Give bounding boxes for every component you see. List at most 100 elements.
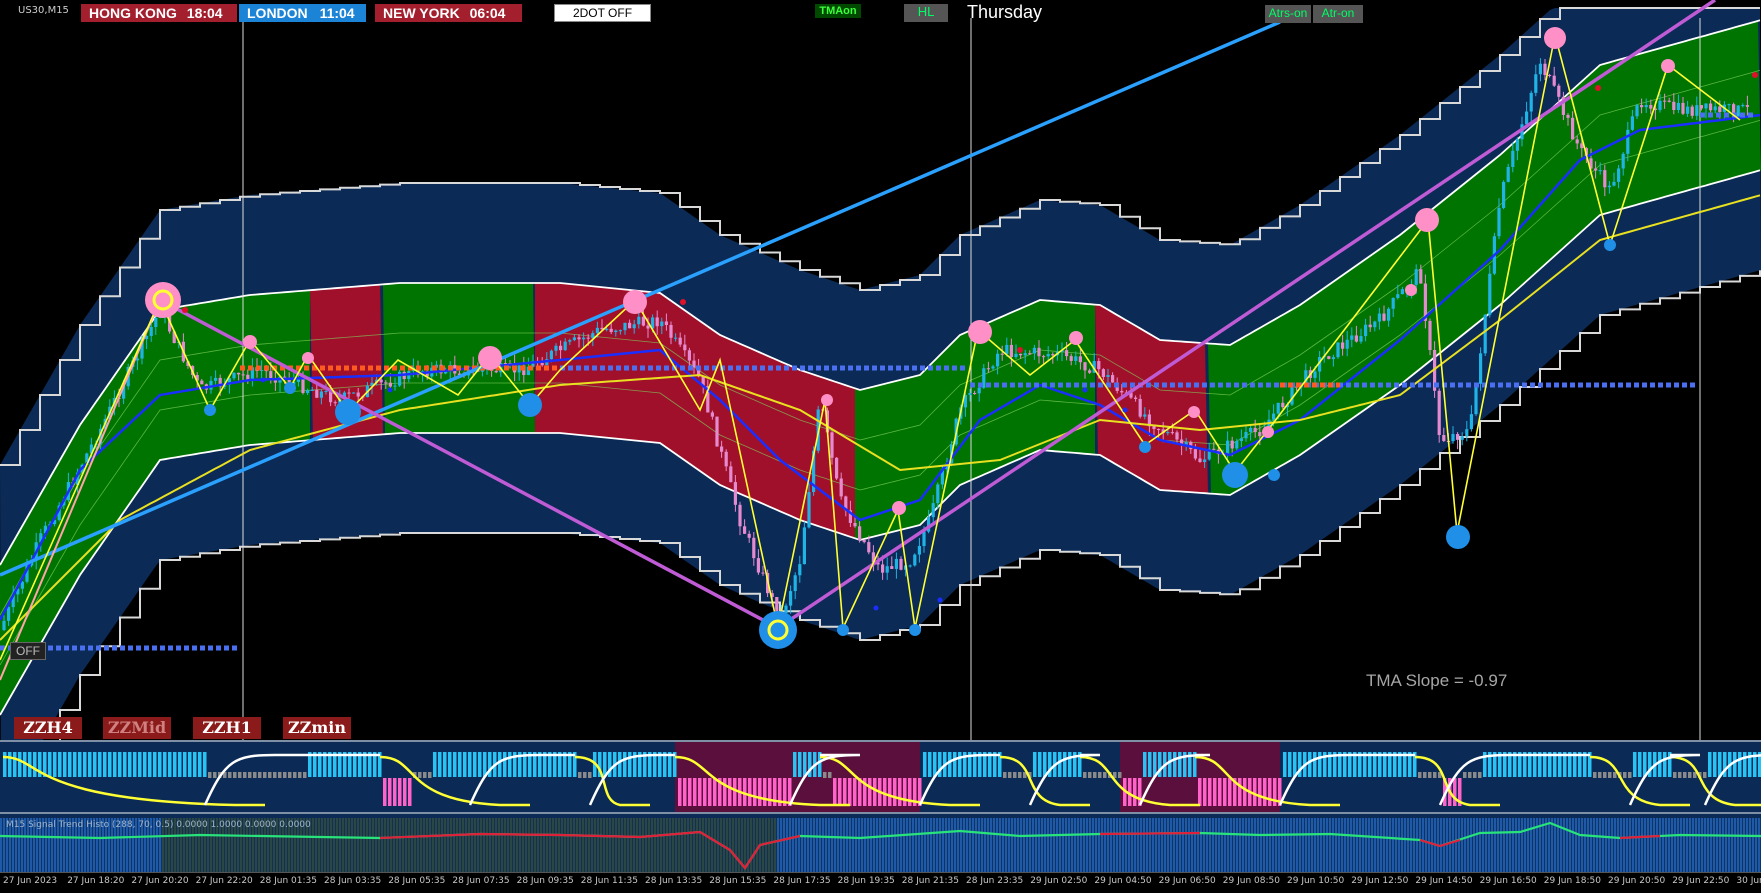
signal-bar: [1653, 818, 1656, 872]
candle-body: [899, 558, 903, 570]
signal-bar: [603, 818, 606, 872]
zzh4-button[interactable]: ZZH4: [14, 717, 82, 739]
signal-bar: [1710, 818, 1713, 872]
signal-bar: [645, 818, 648, 872]
histogram-bar: [58, 752, 62, 777]
histogram-bar: [103, 752, 107, 777]
signal-bar: [819, 818, 822, 872]
tma-on-button[interactable]: TMAon: [815, 4, 861, 18]
candle-body: [646, 325, 650, 329]
histogram-bar: [208, 772, 212, 778]
histogram-bar: [88, 752, 92, 777]
zzmid-button[interactable]: ZZMid: [103, 717, 171, 739]
candle-body: [724, 451, 728, 467]
signal-bar: [1338, 818, 1341, 872]
histogram-bar: [793, 752, 797, 777]
candle-body: [1488, 273, 1492, 315]
candle-body: [853, 522, 857, 527]
signal-bar: [1362, 818, 1365, 872]
signal-bar: [651, 818, 654, 872]
atr-on-button[interactable]: Atr-on: [1313, 5, 1363, 23]
signal-bar: [1347, 818, 1350, 872]
price-chart[interactable]: [0, 0, 1761, 893]
histogram-bar: [748, 778, 752, 806]
candle-body: [922, 531, 926, 547]
candle: [1502, 180, 1506, 210]
time-axis-label: 28 Jun 11:35: [580, 876, 638, 886]
candle-body: [595, 327, 599, 334]
histogram-bar: [678, 778, 682, 806]
time-axis-divider: [0, 872, 1761, 873]
swing-low-marker: [335, 399, 361, 425]
histogram-bar: [1218, 778, 1222, 806]
histogram-bar: [173, 752, 177, 777]
signal-bar: [987, 818, 990, 872]
signal-bar: [1464, 818, 1467, 872]
signal-bar: [621, 818, 624, 872]
signal-bar: [627, 818, 630, 872]
zzmin-button[interactable]: ZZmin: [283, 717, 351, 739]
candle-body: [200, 380, 204, 385]
time-axis-label: 28 Jun 23:35: [966, 876, 1024, 886]
histogram-bar: [698, 778, 702, 806]
signal-bar: [354, 818, 357, 872]
candle-body: [687, 350, 691, 361]
hl-button[interactable]: HL: [904, 4, 948, 22]
signal-bar: [1548, 818, 1551, 872]
signal-bar: [1119, 818, 1122, 872]
signal-bar: [1473, 818, 1476, 872]
signal-bar: [561, 818, 564, 872]
signal-bar: [1755, 818, 1758, 872]
two-dot-toggle-button[interactable]: 2DOT OFF: [554, 4, 651, 22]
candle-body: [1290, 386, 1294, 405]
signal-bar: [660, 818, 663, 872]
signal-bar: [825, 818, 828, 872]
signal-bar: [1392, 818, 1395, 872]
signal-bar: [1233, 818, 1236, 872]
candle-body: [1341, 342, 1345, 349]
off-button[interactable]: OFF: [10, 642, 46, 660]
candle-body: [1603, 170, 1607, 188]
candle-body: [807, 492, 811, 528]
candle-body: [563, 341, 567, 351]
signal-bar: [435, 818, 438, 872]
signal-bar: [861, 818, 864, 872]
candle-body: [1387, 308, 1391, 321]
candle-body: [784, 605, 788, 614]
candle: [1336, 342, 1340, 359]
atrs-on-button[interactable]: Atrs-on: [1265, 5, 1311, 23]
signal-bar: [1530, 818, 1533, 872]
signal-bar: [882, 818, 885, 872]
candle-body: [1354, 335, 1358, 342]
signal-bar: [1521, 818, 1524, 872]
signal-bar: [597, 818, 600, 872]
signal-bar: [981, 818, 984, 872]
candle-body: [1138, 398, 1142, 417]
histogram-bar: [3, 752, 7, 777]
session-name: NEW YORK: [383, 5, 460, 21]
signal-bar: [1410, 818, 1413, 872]
zzh1-button[interactable]: ZZH1: [193, 717, 261, 739]
signal-bar: [1137, 818, 1140, 872]
candle-body: [559, 345, 563, 351]
signal-bar: [1503, 818, 1506, 872]
candle-body: [628, 322, 632, 329]
signal-bar: [636, 818, 639, 872]
signal-bar: [330, 818, 333, 872]
signal-bar: [1599, 818, 1602, 872]
candle-body: [674, 337, 678, 339]
signal-bar: [918, 818, 921, 872]
histogram-bar: [98, 752, 102, 777]
signal-bar: [1734, 818, 1737, 872]
candle-body: [609, 328, 613, 333]
signal-bar: [1146, 818, 1149, 872]
candle-body: [733, 482, 737, 505]
signal-bar: [552, 818, 555, 872]
histogram-bar: [383, 778, 387, 806]
candle-body: [890, 566, 894, 569]
histogram-bar: [693, 778, 697, 806]
candle-body: [1088, 370, 1092, 373]
signal-bar: [1188, 818, 1191, 872]
signal-bar: [528, 818, 531, 872]
histogram-bar: [758, 778, 762, 806]
